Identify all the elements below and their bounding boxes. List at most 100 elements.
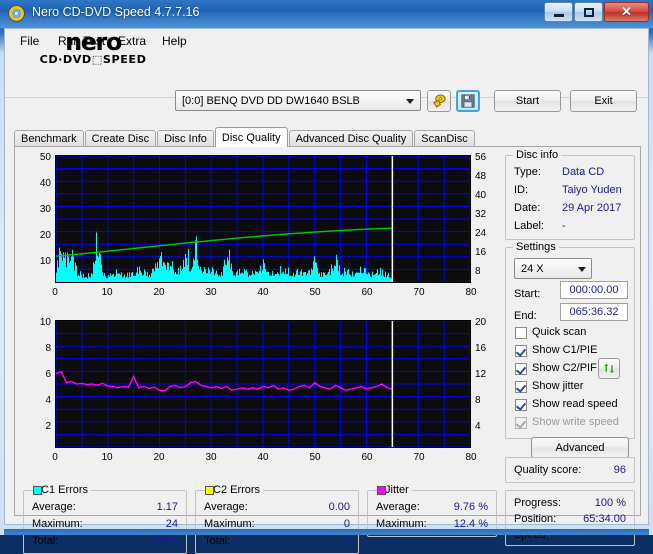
checkbox-show-c1-pie[interactable] bbox=[515, 345, 527, 357]
chart-c2-jitter: 10 8 6 4 2 20 16 12 8 4 0 10 20 30 40 50 bbox=[15, 312, 497, 480]
checkbox-show-read-speed-label: Show read speed bbox=[532, 398, 618, 410]
advanced-button[interactable]: Advanced bbox=[531, 437, 629, 458]
checkbox-show-c2-pif-label: Show C2/PIF bbox=[532, 362, 597, 374]
scan-start-value: 000:00.00 bbox=[569, 284, 619, 296]
chart1-xtick-80: 80 bbox=[465, 287, 477, 298]
scan-end-field[interactable]: 065:36.32 bbox=[560, 303, 628, 321]
scan-start-label: Start: bbox=[514, 288, 541, 300]
settings-group: Settings 24 X Start: 000:00.00 End: 065:… bbox=[505, 241, 635, 439]
chart2-ytick-2: 2 bbox=[45, 421, 51, 432]
exit-button[interactable]: Exit bbox=[570, 90, 637, 112]
c2-average-value: 0.00 bbox=[328, 501, 350, 513]
chart-c1-errors: 50 40 30 20 10 56 48 40 32 24 16 8 0 10 bbox=[15, 147, 497, 315]
checkbox-quick-scan[interactable] bbox=[515, 327, 527, 339]
nero-disc-icon bbox=[8, 5, 25, 22]
tab-create-disc[interactable]: Create Disc bbox=[84, 130, 157, 147]
disc-info-button[interactable] bbox=[427, 90, 451, 112]
chevron-down-icon bbox=[578, 267, 586, 272]
chart1-canvas bbox=[56, 156, 470, 282]
quality-score-label: Quality score: bbox=[514, 464, 582, 476]
disc-info-title: Disc info bbox=[513, 149, 562, 161]
chart1-xtick-40: 40 bbox=[257, 287, 269, 298]
scan-end-value: 065:36.32 bbox=[569, 306, 619, 318]
chart1-y2tick-16: 16 bbox=[475, 247, 487, 258]
chart1-xtick-70: 70 bbox=[413, 287, 425, 298]
tab-benchmark[interactable]: Benchmark bbox=[14, 130, 84, 147]
quality-score-value: 96 bbox=[613, 464, 626, 476]
disc-hand-icon bbox=[432, 93, 446, 108]
chart2-canvas bbox=[56, 321, 470, 447]
client-area: File Run Test Extra Help nero CD·DVD⬚SPE… bbox=[4, 28, 649, 554]
chevron-down-icon bbox=[406, 99, 414, 104]
tab-scandisc[interactable]: ScanDisc bbox=[414, 130, 475, 147]
chart2-ytick-10: 10 bbox=[39, 317, 51, 328]
disc-type-label: Type: bbox=[514, 166, 541, 178]
chart1-y2tick-48: 48 bbox=[475, 171, 487, 182]
tab-disc-quality[interactable]: Disc Quality bbox=[214, 127, 288, 147]
chart2-xtick-40: 40 bbox=[257, 452, 269, 463]
speed-select-value: 24 X bbox=[521, 262, 544, 275]
disc-date-label: Date: bbox=[514, 202, 541, 214]
progress-value: 100 % bbox=[594, 497, 626, 509]
chart1-ytick-40: 40 bbox=[39, 178, 51, 189]
drive-select-value: [0:0] BENQ DVD DD DW1640 BSLB bbox=[182, 94, 360, 107]
c1-errors-title: C1 Errors bbox=[38, 484, 92, 496]
disc-id-label: ID: bbox=[514, 184, 529, 196]
tab-advanced-disc-quality[interactable]: Advanced Disc Quality bbox=[288, 130, 414, 147]
c1-average-value: 1.17 bbox=[156, 501, 178, 513]
position-label: Position: bbox=[514, 513, 557, 525]
refresh-icon bbox=[603, 364, 614, 373]
window-title: Nero CD-DVD Speed 4.7.7.16 bbox=[32, 5, 200, 19]
chart1-ytick-20: 20 bbox=[39, 230, 51, 241]
chart1-xtick-30: 30 bbox=[205, 287, 217, 298]
c1-total-value: 4609 bbox=[153, 535, 178, 547]
tab-page-disc-quality: 50 40 30 20 10 56 48 40 32 24 16 8 0 10 bbox=[14, 146, 641, 554]
c2-errors-group: C2 Errors Average: 0.00 Maximum: 0 Total… bbox=[195, 484, 359, 554]
drive-select[interactable]: [0:0] BENQ DVD DD DW1640 BSLB bbox=[175, 90, 421, 111]
maximize-button[interactable] bbox=[574, 2, 603, 22]
speed-select[interactable]: 24 X bbox=[514, 258, 592, 279]
c2-legend-swatch bbox=[205, 486, 214, 495]
c2-total-value: 0 bbox=[343, 535, 350, 547]
scan-start-field[interactable]: 000:00.00 bbox=[560, 281, 628, 299]
chart1-y2tick-56: 56 bbox=[475, 152, 487, 163]
chart1-y2tick-24: 24 bbox=[475, 228, 487, 239]
chart1-y2tick-40: 40 bbox=[475, 190, 487, 201]
disc-info-group: Disc info Type: Data CD ID: Taiyo Yuden … bbox=[505, 149, 635, 240]
tab-disc-info[interactable]: Disc Info bbox=[157, 130, 214, 147]
jitter-title: Jitter bbox=[382, 484, 412, 496]
chart2-y2tick-16: 16 bbox=[475, 343, 487, 354]
start-button[interactable]: Start bbox=[494, 90, 561, 112]
chart1-y2tick-32: 32 bbox=[475, 209, 487, 220]
jitter-average-value: 9.76 % bbox=[453, 501, 488, 513]
minimize-button[interactable] bbox=[544, 2, 573, 22]
checkbox-show-read-speed[interactable] bbox=[515, 399, 527, 411]
progress-group: Progress: 100 % Position: 65:34.00 Speed… bbox=[505, 490, 635, 546]
chart2-xtick-50: 50 bbox=[309, 452, 321, 463]
disc-date-value: 29 Apr 2017 bbox=[562, 202, 622, 214]
save-button[interactable] bbox=[456, 90, 480, 112]
disc-label-label: Label: bbox=[514, 220, 544, 232]
position-value: 65:34.00 bbox=[583, 513, 626, 525]
chart1-xtick-50: 50 bbox=[309, 287, 321, 298]
c1-errors-group: C1 Errors Average: 1.17 Maximum: 24 Tota… bbox=[23, 484, 187, 554]
chart1-xtick-0: 0 bbox=[52, 287, 58, 298]
chart1-y2tick-8: 8 bbox=[475, 266, 481, 277]
chart2-xtick-0: 0 bbox=[52, 452, 58, 463]
app-window: Nero CD-DVD Speed 4.7.7.16 ✕ File Run Te… bbox=[0, 0, 653, 554]
chart1-ytick-30: 30 bbox=[39, 204, 51, 215]
chart2-xtick-60: 60 bbox=[361, 452, 373, 463]
disc-type-value: Data CD bbox=[562, 166, 605, 178]
quality-score-group: Quality score: 96 bbox=[505, 457, 635, 483]
checkbox-show-write-speed bbox=[515, 417, 527, 429]
close-button[interactable]: ✕ bbox=[604, 2, 649, 22]
scan-end-label: End: bbox=[514, 310, 537, 322]
c1-average-label: Average: bbox=[32, 501, 76, 513]
chart1-ytick-50: 50 bbox=[39, 152, 51, 163]
chart2-ytick-8: 8 bbox=[45, 343, 51, 354]
checkbox-show-jitter[interactable] bbox=[515, 381, 527, 393]
chart2-xtick-30: 30 bbox=[205, 452, 217, 463]
refresh-button[interactable] bbox=[598, 358, 620, 379]
chart2-y2tick-20: 20 bbox=[475, 317, 487, 328]
checkbox-show-c2-pif[interactable] bbox=[515, 363, 527, 375]
